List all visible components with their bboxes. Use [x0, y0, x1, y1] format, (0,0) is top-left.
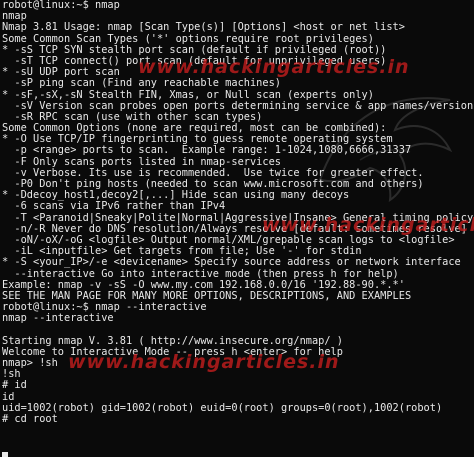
terminal-line: --interactive Go into interactive mode (… — [2, 268, 399, 280]
terminal-line: -sR RPC scan (use with other scan types) — [2, 111, 263, 123]
terminal-line: # id — [2, 380, 27, 392]
terminal-line: nmap --interactive — [2, 313, 114, 325]
terminal-line: -sP ping scan (Find any reachable machin… — [2, 78, 281, 90]
terminal-line: # cd root — [2, 413, 58, 425]
watermark-text: www.hackingarticles.in — [262, 214, 474, 236]
terminal-line: * -sF,-sX,-sN Stealth FIN, Xmas, or Null… — [2, 89, 374, 101]
terminal-line: -F Only scans ports listed in nmap-servi… — [2, 156, 281, 168]
terminal-line: -v Verbose. Its use is recommended. Use … — [2, 167, 424, 179]
terminal-line: * -S <your_IP>/-e <devicename> Specify s… — [2, 257, 461, 269]
watermark-text: www.hackingarticles.in — [138, 56, 410, 78]
terminal-line: * -O Use TCP/IP fingerprinting to guess … — [2, 134, 393, 146]
terminal-cursor — [2, 452, 8, 457]
terminal-line: Some Common Scan Types ('*' options requ… — [2, 33, 374, 45]
terminal-line: robot@linux:~$ nmap --interactive — [2, 302, 207, 314]
terminal-line: * -Ddecoy_host1,decoy2[,...] Hide scan u… — [2, 190, 350, 202]
terminal-line: -iL <inputfile> Get targets from file; U… — [2, 246, 362, 258]
terminal-line: * -sS TCP SYN stealth port scan (default… — [2, 44, 387, 56]
terminal-line: robot@linux:~$ nmap — [2, 0, 120, 11]
terminal-line: uid=1002(robot) gid=1002(robot) euid=0(r… — [2, 402, 443, 414]
terminal-line: Starting nmap V. 3.81 ( http://www.insec… — [2, 335, 343, 347]
terminal-line: -p <range> ports to scan. Example range:… — [2, 145, 412, 157]
terminal-line: SEE THE MAN PAGE FOR MANY MORE OPTIONS, … — [2, 290, 412, 302]
terminal-line: Nmap 3.81 Usage: nmap [Scan Type(s)] [Op… — [2, 22, 405, 34]
watermark-text: www.hackingarticles.in — [68, 351, 340, 373]
terminal-line: -6 scans via IPv6 rather than IPv4 — [2, 201, 226, 213]
terminal-window[interactable]: robot@linux:~$ nmap nmap Nmap 3.81 Usage: … — [0, 0, 474, 457]
terminal-line: nmap — [2, 11, 27, 23]
terminal-line: -sV Version scan probes open ports deter… — [2, 100, 474, 112]
terminal-line: Example: nmap -v -sS -O www.my.com 192.1… — [2, 279, 405, 291]
terminal-line: Some Common Options (none are required, … — [2, 123, 387, 135]
terminal-line: -oN/-oX/-oG <logfile> Output normal/XML/… — [2, 234, 455, 246]
terminal-line: -P0 Don't ping hosts (needed to scan www… — [2, 179, 424, 190]
terminal-line: id — [2, 391, 15, 403]
